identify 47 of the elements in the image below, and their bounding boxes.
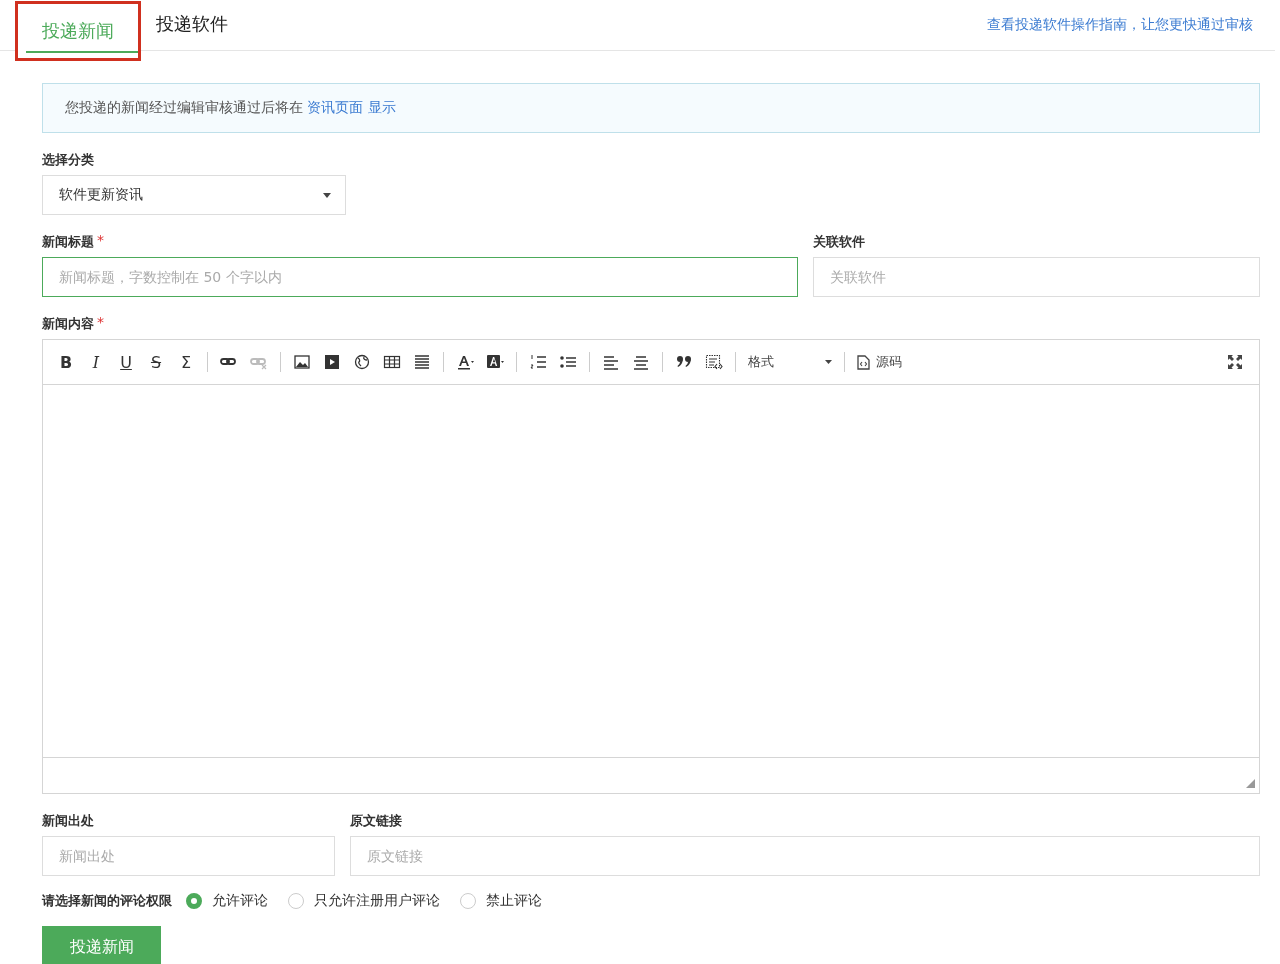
table-icon[interactable] <box>383 354 401 370</box>
original-link-input[interactable]: 原文链接 <box>350 836 1260 876</box>
field-label: 新闻标题 <box>42 233 94 251</box>
globe-icon[interactable] <box>353 354 371 370</box>
film-icon[interactable] <box>323 354 341 370</box>
news-page-link[interactable]: 资讯页面 显示 <box>307 99 396 115</box>
guide-link[interactable]: 查看投递软件操作指南，让您更快通过审核 <box>987 16 1253 50</box>
format-dropdown[interactable]: 格式 <box>748 353 832 371</box>
category-select[interactable]: 软件更新资讯 <box>42 175 346 215</box>
quote-icon[interactable] <box>675 354 693 370</box>
field-label: 选择分类 <box>42 151 95 169</box>
field-label: 关联软件 <box>813 233 865 251</box>
source-button[interactable]: 源码 <box>857 353 902 371</box>
italic-button[interactable]: I <box>87 352 105 372</box>
radio-label[interactable]: 禁止评论 <box>486 892 542 910</box>
align-center-icon[interactable] <box>632 354 650 370</box>
radio-label[interactable]: 只允许注册用户评论 <box>314 892 440 910</box>
underline-button[interactable]: U <box>117 352 135 372</box>
document-code-icon <box>857 354 870 370</box>
required-mark: * <box>97 315 104 329</box>
caret-icon <box>323 192 331 198</box>
radio-label[interactable]: 允许评论 <box>212 892 268 910</box>
news-source-input[interactable]: 新闻出处 <box>42 836 335 876</box>
strike-button[interactable]: S <box>147 352 165 372</box>
image-icon[interactable] <box>293 354 311 370</box>
radio-button[interactable] <box>186 893 202 909</box>
required-mark: * <box>97 233 104 247</box>
comment-permission-label: 请选择新闻的评论权限 <box>42 892 172 910</box>
bold-button[interactable]: B <box>57 352 75 372</box>
align-left-icon[interactable] <box>602 354 620 370</box>
notice-text: 您投递的新闻经过编辑审核通过后将在 资讯页面 显示 <box>65 99 396 117</box>
tab[interactable]: 投递软件 <box>138 0 246 50</box>
bullet-list-icon[interactable] <box>559 354 577 370</box>
field-label: 新闻出处 <box>42 812 95 830</box>
template-icon[interactable] <box>705 354 723 370</box>
title-input[interactable]: 新闻标题，字数控制在 50 个字以内 <box>42 257 798 297</box>
sigma-button[interactable]: Σ <box>177 352 195 372</box>
text-color-icon[interactable] <box>456 354 474 370</box>
horizontal-rule-icon[interactable] <box>413 354 431 370</box>
background-color-icon[interactable] <box>486 354 504 370</box>
related-software-input[interactable]: 关联软件 <box>813 257 1260 297</box>
fullscreen-icon[interactable] <box>1227 354 1243 370</box>
caret-icon <box>825 360 832 364</box>
field-label: 新闻内容 <box>42 315 94 333</box>
resize-handle-icon[interactable] <box>1246 779 1255 788</box>
field-label: 原文链接 <box>350 812 403 830</box>
numbered-list-icon[interactable] <box>529 354 547 370</box>
